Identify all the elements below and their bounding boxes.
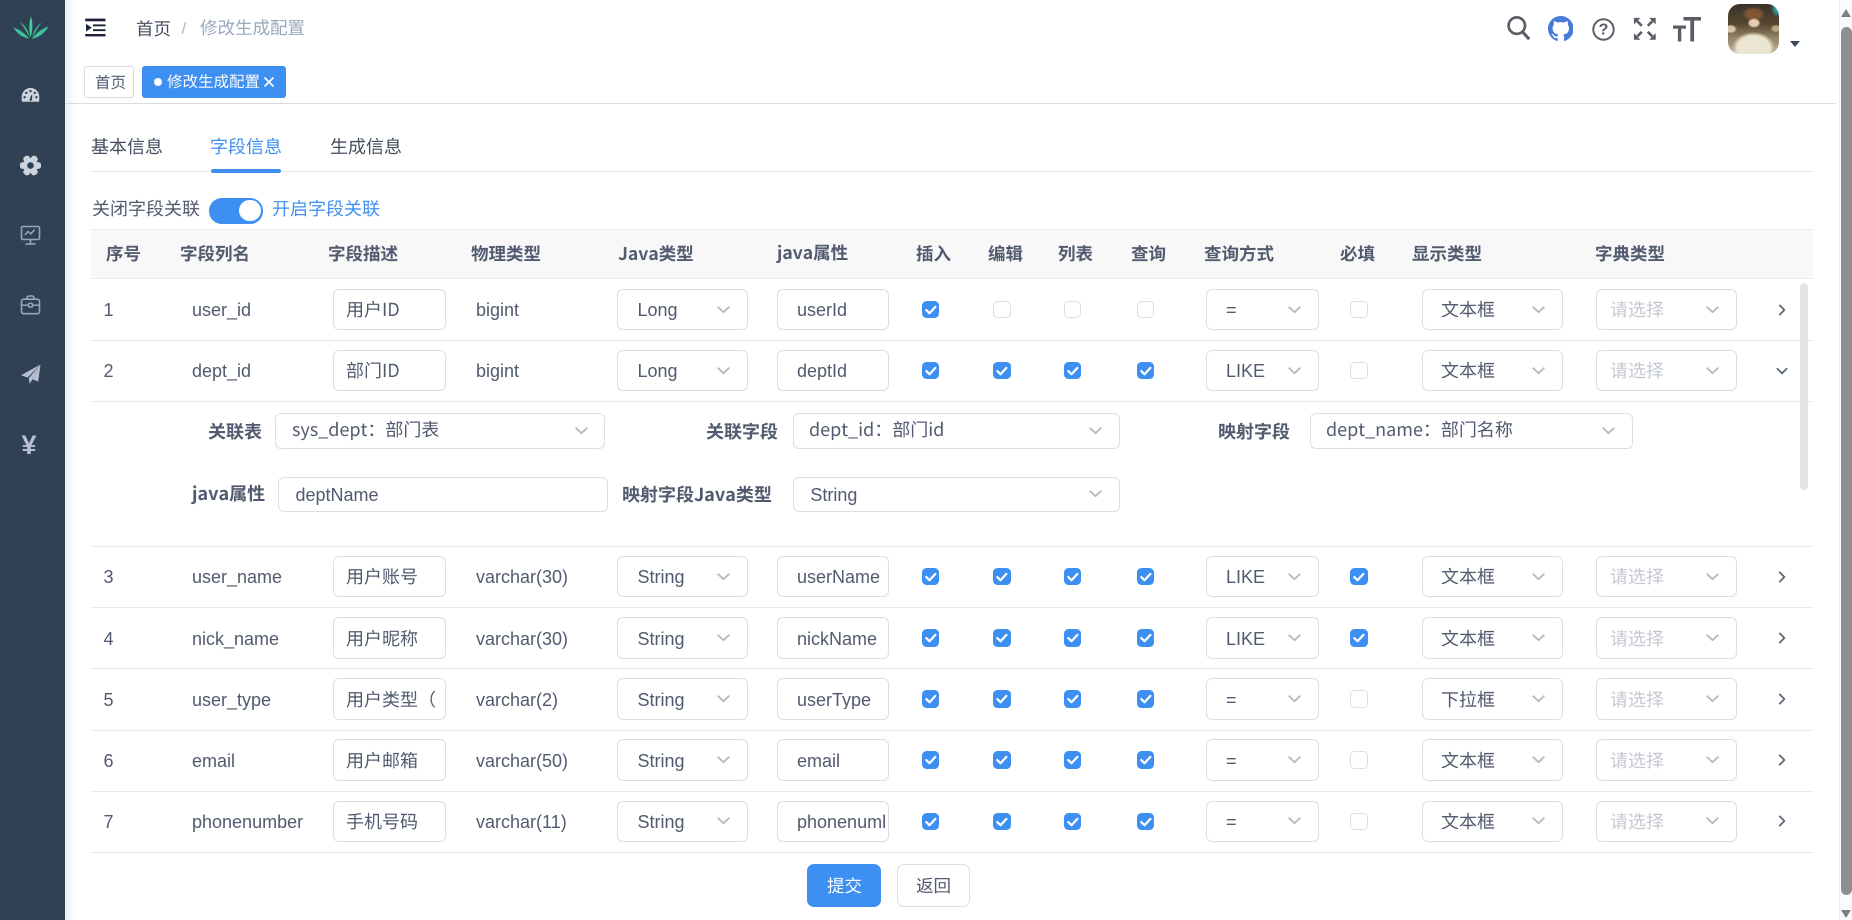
svg-text:?: ?: [1599, 21, 1609, 38]
